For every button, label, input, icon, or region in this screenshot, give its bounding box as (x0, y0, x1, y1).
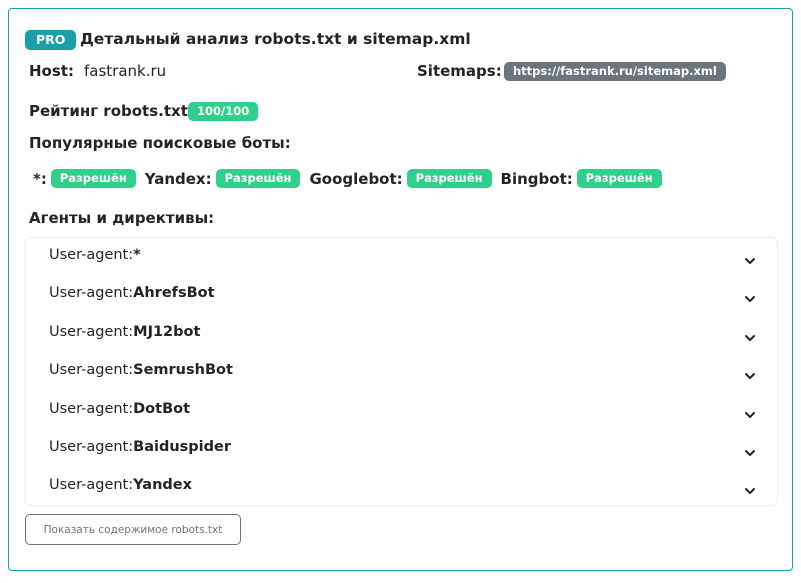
agent-label: User-agent:AhrefsBot (49, 285, 215, 301)
pro-badge: PRO (25, 30, 77, 50)
show-robots-content-button[interactable]: Показать содержимое robots.txt (25, 514, 241, 545)
bot-status-badge: Разрешён (406, 169, 492, 188)
chevron-down-icon (745, 488, 755, 494)
agent-name: MJ12bot (133, 324, 201, 340)
chevron-down-icon (745, 373, 755, 379)
bot-status-badge: Разрешён (215, 169, 301, 188)
bot-status-badge: Разрешён (50, 169, 136, 188)
agents-accordion: User-agent:* User-agent:AhrefsBot User-a… (25, 237, 778, 506)
agent-prefix: User-agent: (49, 362, 134, 378)
agent-name: DotBot (133, 401, 191, 417)
bot-name: Yandex: (144, 169, 212, 188)
agent-label: User-agent:Baiduspider (49, 439, 231, 455)
agent-prefix: User-agent: (49, 247, 134, 263)
agent-name: SemrushBot (133, 362, 233, 378)
section-title: Детальный анализ robots.txt и sitemap.xm… (80, 30, 471, 48)
chevron-down-icon (745, 450, 755, 456)
agent-name: AhrefsBot (133, 285, 215, 301)
agent-name: Baiduspider (133, 439, 231, 455)
agent-accordion-item[interactable]: User-agent:AhrefsBot (26, 276, 777, 314)
sitemaps-label: Sitemaps: (417, 62, 502, 80)
bot-status-badge: Разрешён (576, 169, 662, 188)
agent-prefix: User-agent: (49, 401, 134, 417)
agents-title: Агенты и директивы: (29, 209, 215, 227)
rating-label: Рейтинг robots.txt: (29, 102, 194, 120)
agent-label: User-agent:MJ12bot (49, 324, 200, 340)
agent-accordion-item[interactable]: User-agent:* (26, 238, 777, 276)
agent-accordion-item[interactable]: User-agent:MJ12bot (26, 315, 777, 353)
agent-name: Yandex (133, 477, 192, 493)
rating-badge: 100/100 (188, 102, 259, 121)
agent-accordion-item[interactable]: User-agent:DotBot (26, 392, 777, 430)
agent-name: * (133, 247, 141, 263)
chevron-down-icon (745, 412, 755, 418)
agent-prefix: User-agent: (49, 477, 134, 493)
robots-analysis-card: PRO Детальный анализ robots.txt и sitema… (8, 8, 793, 571)
agent-label: User-agent:DotBot (49, 401, 190, 417)
agent-label: User-agent:Yandex (49, 477, 192, 493)
agent-label: User-agent:SemrushBot (49, 362, 233, 378)
bot-name: Googlebot: (309, 169, 403, 188)
bot-name: Bingbot: (500, 169, 573, 188)
agent-accordion-item[interactable]: User-agent:SemrushBot (26, 353, 777, 391)
agent-accordion-item[interactable]: User-agent:Yandex (26, 468, 777, 505)
chevron-down-icon (745, 335, 755, 341)
agent-prefix: User-agent: (49, 285, 134, 301)
popular-bots-title: Популярные поисковые боты: (29, 134, 291, 152)
sitemap-url-badge[interactable]: https://fastrank.ru/sitemap.xml (504, 62, 726, 81)
agent-prefix: User-agent: (49, 324, 134, 340)
agent-prefix: User-agent: (49, 439, 134, 455)
chevron-down-icon (745, 258, 755, 264)
bot-name: *: (33, 169, 47, 188)
agent-accordion-item[interactable]: User-agent:Baiduspider (26, 430, 777, 468)
bots-row: *: Разрешён Yandex: Разрешён Googlebot: … (33, 169, 662, 188)
agent-label: User-agent:* (49, 247, 141, 263)
host-value: fastrank.ru (84, 62, 167, 80)
chevron-down-icon (745, 296, 755, 302)
host-label: Host: (29, 62, 74, 80)
